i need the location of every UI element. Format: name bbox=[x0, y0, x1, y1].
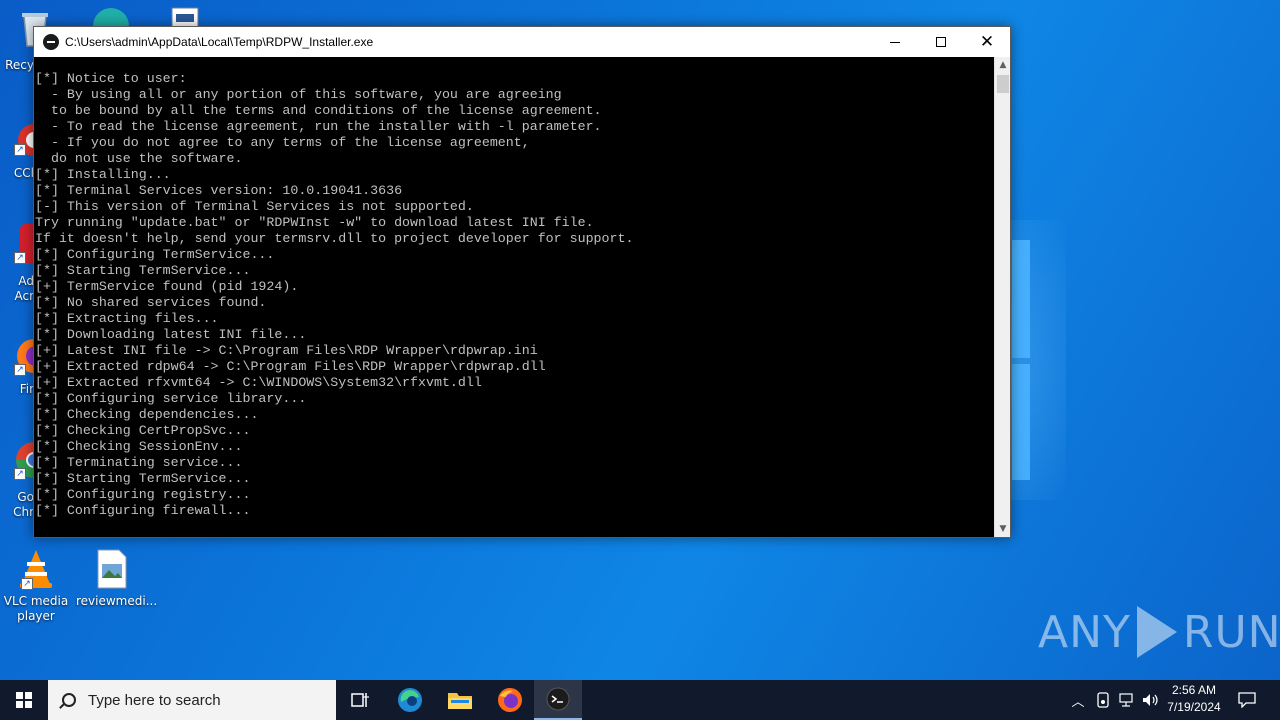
scroll-down-arrow-icon[interactable]: ▼ bbox=[995, 521, 1011, 537]
console-line: - By using all or any portion of this so… bbox=[35, 87, 562, 102]
vlc-cone-icon: ↗ bbox=[15, 548, 57, 590]
console-line: [+] Latest INI file -> C:\Program Files\… bbox=[35, 343, 538, 358]
start-button[interactable] bbox=[0, 680, 48, 720]
shortcut-arrow-icon: ↗ bbox=[14, 468, 26, 480]
console-line: Try running "update.bat" or "RDPWInst -w… bbox=[35, 215, 594, 230]
console-titlebar[interactable]: C:\Users\admin\AppData\Local\Temp\RDPW_I… bbox=[34, 27, 1010, 57]
window-title: C:\Users\admin\AppData\Local\Temp\RDPW_I… bbox=[65, 35, 374, 49]
console-line: [-] This version of Terminal Services is… bbox=[35, 199, 474, 214]
console-line: - If you do not agree to any terms of th… bbox=[35, 135, 530, 150]
console-line: [*] Configuring TermService... bbox=[35, 247, 275, 262]
console-output[interactable]: [*] Notice to user: - By using all or an… bbox=[34, 57, 994, 537]
desktop-icon-label-vlc: VLC media player bbox=[3, 594, 69, 623]
taskbar-console-button[interactable] bbox=[534, 680, 582, 720]
desktop-icon-reviewmedia[interactable]: reviewmedi... bbox=[76, 548, 158, 609]
network-icon bbox=[1119, 693, 1133, 707]
console-line: [*] Starting TermService... bbox=[35, 263, 251, 278]
windows-logo-wallpaper bbox=[1006, 220, 1066, 500]
console-line: [*] Configuring service library... bbox=[35, 391, 307, 406]
desktop-icon-label-recycle: Recy bbox=[5, 58, 34, 72]
minimize-button[interactable] bbox=[872, 27, 918, 57]
console-line: [*] Checking dependencies... bbox=[35, 407, 259, 422]
console-line: [*] Configuring firewall... bbox=[35, 503, 251, 518]
close-button[interactable]: ✕ bbox=[964, 27, 1010, 57]
search-icon bbox=[62, 693, 76, 707]
console-line: [*] Installing... bbox=[35, 167, 171, 182]
desktop-icon-label-ccleaner: CCl bbox=[13, 166, 34, 180]
taskbar-search-box[interactable]: Type here to search bbox=[48, 680, 336, 720]
taskbar-clock[interactable]: 2:56 AM 7/19/2024 bbox=[1160, 682, 1228, 716]
taskbar-edge-button[interactable] bbox=[386, 680, 434, 720]
console-line: [+] Extracted rdpw64 -> C:\Program Files… bbox=[35, 359, 546, 374]
console-line: [*] Notice to user: bbox=[35, 71, 187, 86]
tray-device-icon bbox=[1097, 692, 1109, 708]
console-line: [*] Downloading latest INI file... bbox=[35, 327, 307, 342]
watermark-text-right: RUN bbox=[1182, 606, 1280, 658]
shortcut-arrow-icon: ↗ bbox=[14, 364, 26, 376]
console-line: do not use the software. bbox=[35, 151, 243, 166]
shortcut-arrow-icon: ↗ bbox=[14, 144, 26, 156]
console-line: If it doesn't help, send your termsrv.dl… bbox=[35, 231, 634, 246]
volume-button[interactable] bbox=[1140, 680, 1162, 720]
console-line: [+] Extracted rfxvmt64 -> C:\WINDOWS\Sys… bbox=[35, 375, 482, 390]
edge-icon bbox=[398, 688, 422, 712]
console-line: [+] TermService found (pid 1924). bbox=[35, 279, 299, 294]
notification-icon bbox=[1238, 692, 1256, 708]
chevron-up-icon: ︿ bbox=[1071, 694, 1085, 710]
image-file-icon bbox=[91, 548, 133, 590]
minimize-icon bbox=[890, 41, 900, 43]
close-icon: ✕ bbox=[979, 32, 995, 52]
desktop-icon-label-adobe: Ad Acr bbox=[14, 274, 34, 303]
play-triangle-icon bbox=[1136, 606, 1177, 658]
console-line: [*] No shared services found. bbox=[35, 295, 267, 310]
console-line: [*] Extracting files... bbox=[35, 311, 219, 326]
desktop-icon-label-chrome: Go Chr bbox=[13, 490, 34, 519]
console-line: [*] Checking CertPropSvc... bbox=[35, 423, 251, 438]
taskbar: Type here to search ︿ 2:56 AM 7/19/2024 bbox=[0, 680, 1280, 720]
action-center-button[interactable] bbox=[1232, 680, 1262, 720]
desktop-icon-label-firefox: Fir bbox=[19, 382, 34, 396]
console-line: [*] Configuring registry... bbox=[35, 487, 251, 502]
show-hidden-icons-button[interactable]: ︿ bbox=[1066, 680, 1090, 720]
console-line: [*] Terminating service... bbox=[35, 455, 243, 470]
console-window[interactable]: C:\Users\admin\AppData\Local\Temp\RDPW_I… bbox=[33, 26, 1011, 538]
desktop-icon-vlc[interactable]: ↗ VLC media player bbox=[0, 548, 72, 624]
taskbar-firefox-button[interactable] bbox=[486, 680, 534, 720]
task-view-button[interactable] bbox=[336, 680, 384, 720]
clock-time: 2:56 AM bbox=[1171, 683, 1217, 697]
firefox-icon bbox=[498, 688, 522, 712]
folder-icon bbox=[448, 693, 472, 709]
watermark-text-left: ANY bbox=[1038, 606, 1131, 658]
speaker-icon bbox=[1143, 694, 1158, 706]
search-placeholder: Type here to search bbox=[88, 691, 221, 709]
windows-start-icon bbox=[16, 692, 32, 708]
scrollbar-thumb[interactable] bbox=[997, 75, 1009, 93]
vertical-scrollbar[interactable]: ▲ ▼ bbox=[994, 57, 1010, 537]
console-line: - To read the license agreement, run the… bbox=[35, 119, 602, 134]
task-view-icon bbox=[351, 693, 369, 707]
clock-date: 7/19/2024 bbox=[1167, 700, 1221, 714]
console-line: [*] Starting TermService... bbox=[35, 471, 251, 486]
maximize-button[interactable] bbox=[918, 27, 964, 57]
console-line: [*] Terminal Services version: 10.0.1904… bbox=[35, 183, 403, 198]
anyrun-watermark: ANY RUN bbox=[1038, 606, 1280, 658]
shortcut-arrow-icon: ↗ bbox=[21, 578, 33, 590]
console-app-icon bbox=[43, 34, 59, 50]
console-app-icon bbox=[546, 687, 570, 711]
taskbar-file-explorer-button[interactable] bbox=[436, 680, 484, 720]
network-button[interactable] bbox=[1116, 680, 1138, 720]
console-line: [*] Checking SessionEnv... bbox=[35, 439, 243, 454]
shortcut-arrow-icon: ↗ bbox=[14, 252, 26, 264]
desktop-icon-label-reviewmedia: reviewmedi... bbox=[76, 594, 158, 608]
maximize-icon bbox=[936, 37, 946, 47]
tray-app-icon-button[interactable] bbox=[1092, 680, 1114, 720]
scroll-up-arrow-icon[interactable]: ▲ bbox=[995, 57, 1011, 73]
console-line: to be bound by all the terms and conditi… bbox=[35, 103, 602, 118]
